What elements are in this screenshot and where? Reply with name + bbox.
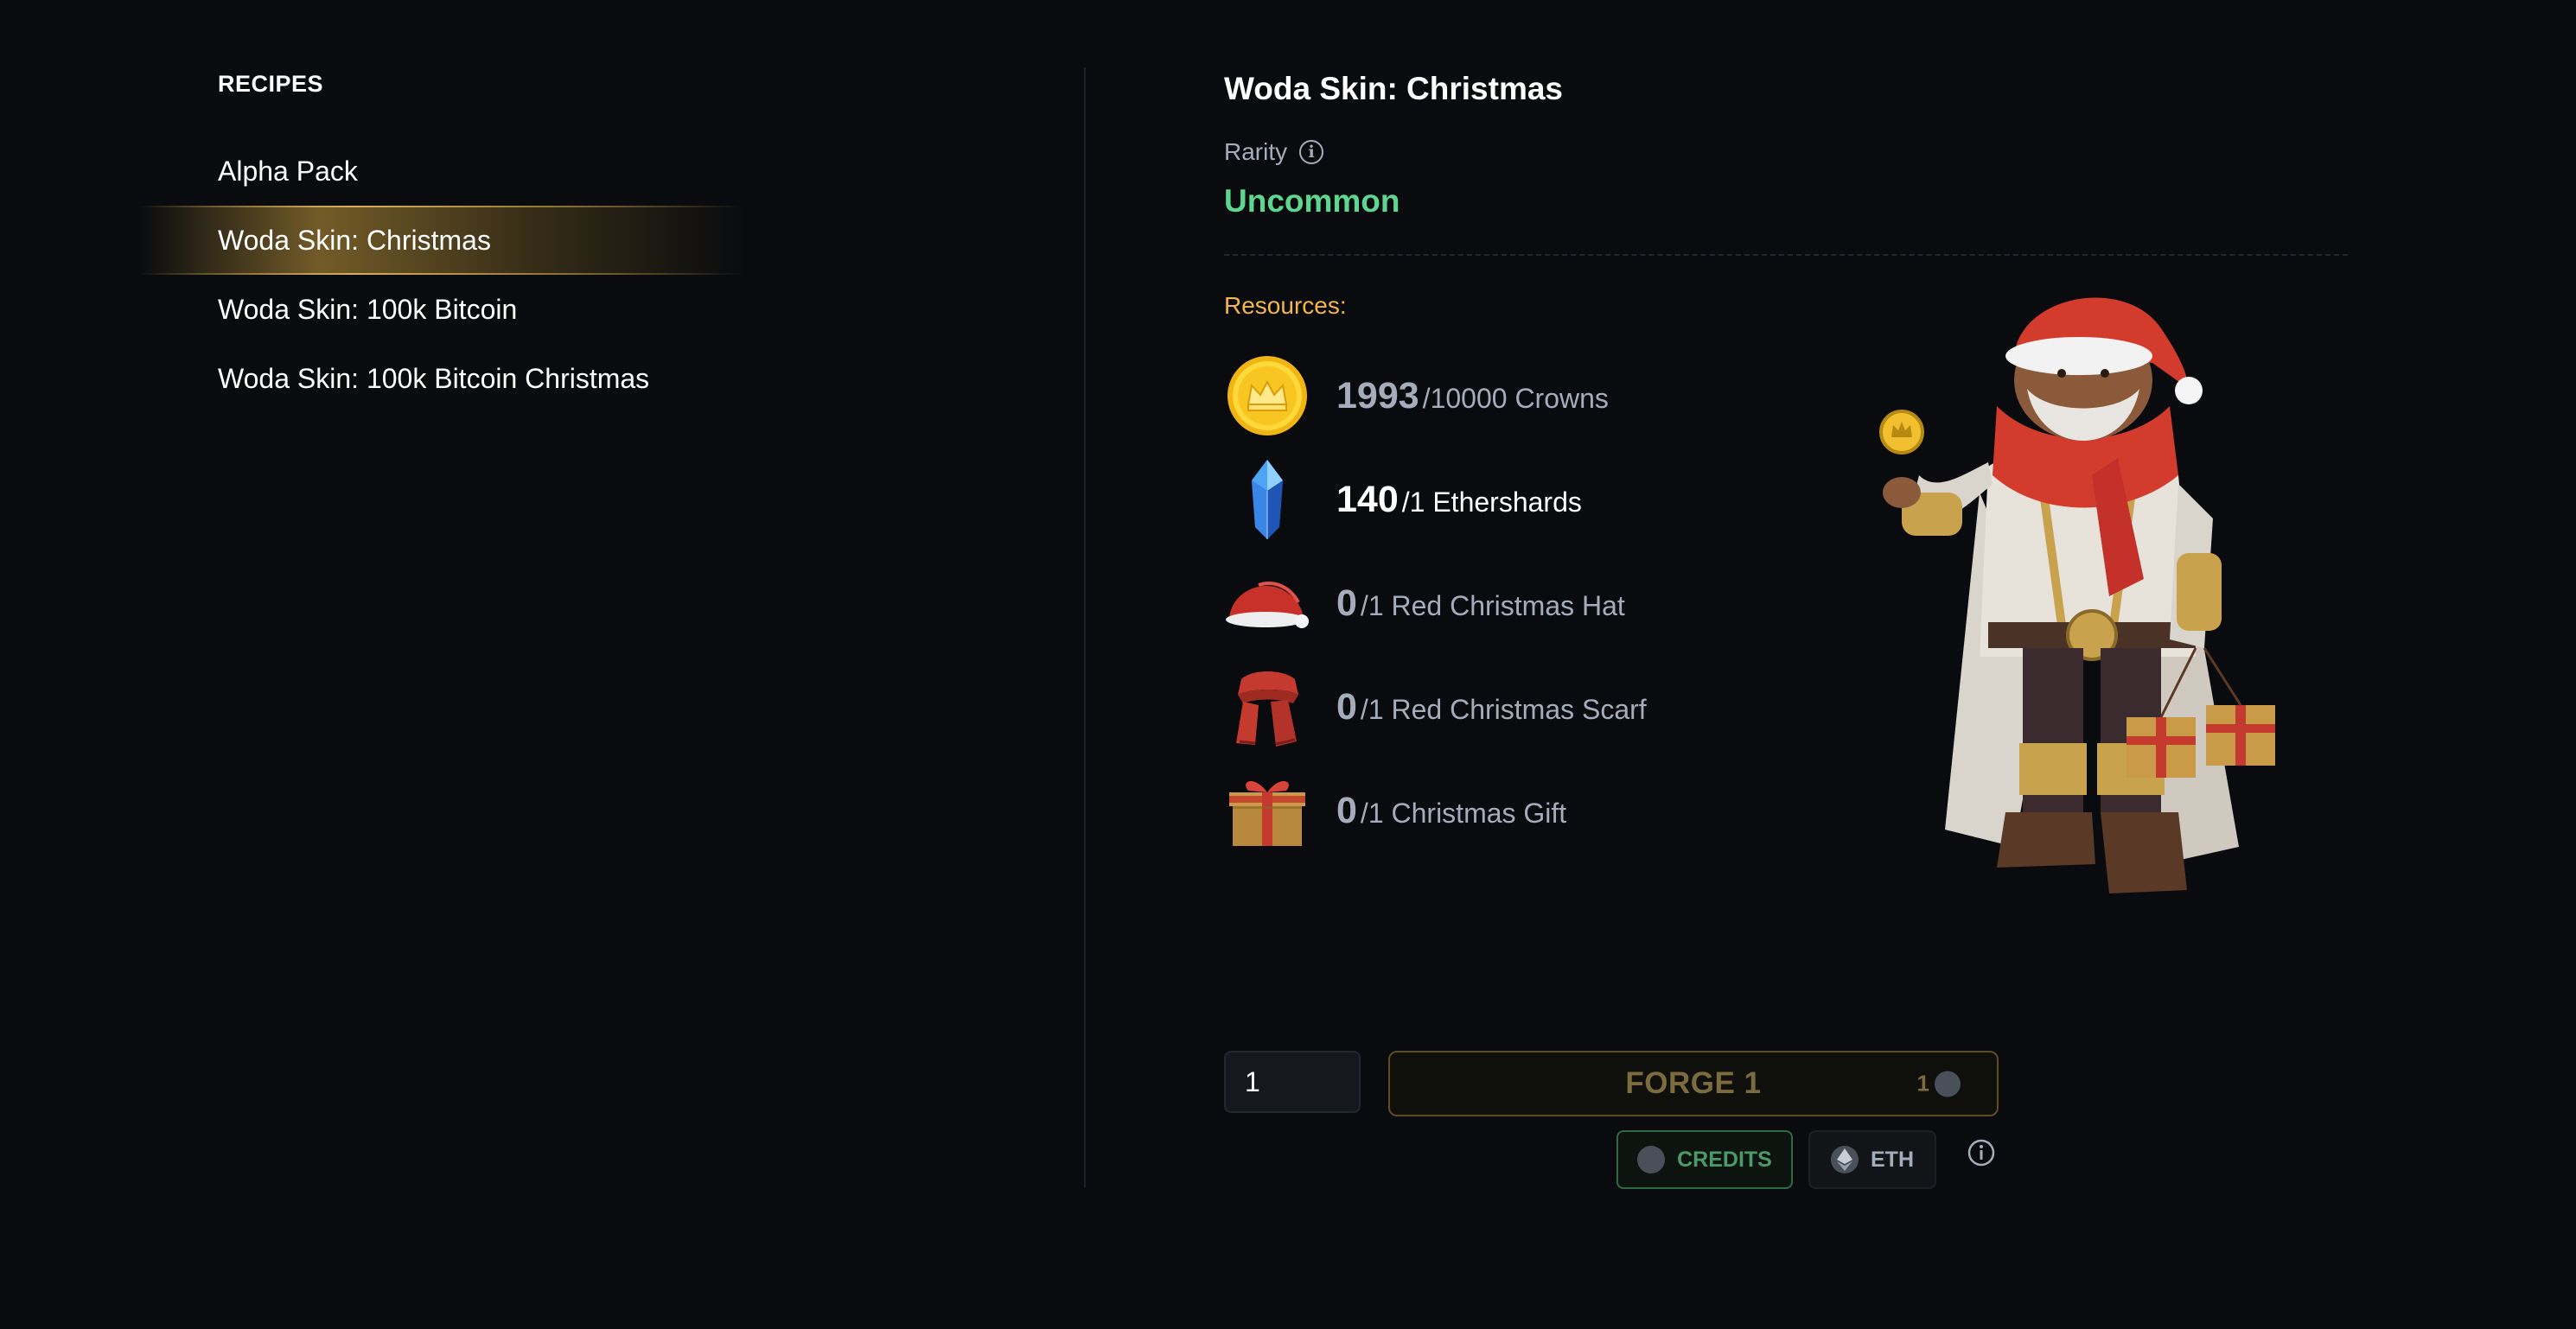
resource-have: 1993 [1336,374,1419,417]
resource-need: /1 Ethershards [1401,486,1582,518]
resource-row-christmas-gift: 0 /1 Christmas Gift [1224,767,1566,854]
recipes-sidebar: RECIPES Alpha Pack Woda Skin: Christmas … [0,0,1084,1329]
credit-coin-icon [1637,1146,1666,1173]
eth-label: ETH [1871,1147,1914,1172]
resource-row-christmas-hat: 0 /1 Red Christmas Hat [1224,560,1625,646]
sidebar-item-woda-skin-christmas[interactable]: Woda Skin: Christmas [138,206,743,275]
crown-coin-icon [1224,353,1310,439]
resource-need: /1 Red Christmas Hat [1360,589,1625,621]
christmas-hat-icon [1224,560,1310,646]
sidebar-item-label: Woda Skin: 100k Bitcoin [218,293,518,325]
forge-button-label: FORGE 1 [1625,1066,1762,1100]
woda-christmas-character-image [1850,294,2334,951]
pay-with-eth-button[interactable]: ETH [1808,1130,1936,1189]
forge-cost-value: 1 [1916,1070,1929,1097]
resources-label: Resources: [1224,292,1347,319]
resource-have: 0 [1336,789,1357,831]
christmas-gift-icon [1224,767,1310,854]
resource-row-crowns: 1993 /10000 Crowns [1224,353,1609,439]
rarity-label: Rarity [1224,138,1288,165]
ethereum-icon [1831,1146,1859,1173]
sidebar-item-woda-skin-100k-bitcoin[interactable]: Woda Skin: 100k Bitcoin [138,275,743,344]
christmas-scarf-icon [1224,664,1310,750]
sidebar-title: RECIPES [218,71,324,97]
forge-cost: 1 [1917,1071,1961,1097]
resource-need: /1 Red Christmas Scarf [1360,693,1647,725]
sidebar-item-alpha-pack[interactable]: Alpha Pack [138,137,743,206]
resource-have: 140 [1336,478,1399,520]
dashed-divider [1224,254,2348,256]
forge-button[interactable]: FORGE 1 1 [1388,1051,1999,1116]
payment-info-icon[interactable] [1967,1139,1995,1167]
credit-coin-icon [1935,1071,1961,1097]
resource-have: 0 [1336,685,1357,728]
resource-need: /1 Christmas Gift [1360,797,1567,829]
ethershard-crystal-icon [1224,456,1310,543]
resource-need: /10000 Crowns [1422,382,1609,414]
info-icon[interactable]: i [1299,140,1324,164]
sidebar-item-label: Alpha Pack [218,155,358,187]
rarity-value: Uncommon [1224,183,1400,219]
pay-with-credits-button[interactable]: CREDITS [1616,1130,1793,1189]
vertical-divider [1084,67,1086,1187]
sidebar-item-label: Woda Skin: Christmas [218,224,491,256]
sidebar-item-label: Woda Skin: 100k Bitcoin Christmas [218,362,650,394]
quantity-input[interactable] [1224,1051,1361,1113]
recipe-title: Woda Skin: Christmas [1224,71,1564,106]
rarity-row: Rarity i [1224,138,1324,166]
resource-row-ethershards: 140 /1 Ethershards [1224,456,1582,543]
credits-label: CREDITS [1677,1147,1772,1172]
sidebar-item-woda-skin-100k-bitcoin-christmas[interactable]: Woda Skin: 100k Bitcoin Christmas [138,344,743,413]
resource-row-christmas-scarf: 0 /1 Red Christmas Scarf [1224,664,1647,750]
resource-have: 0 [1336,582,1357,624]
